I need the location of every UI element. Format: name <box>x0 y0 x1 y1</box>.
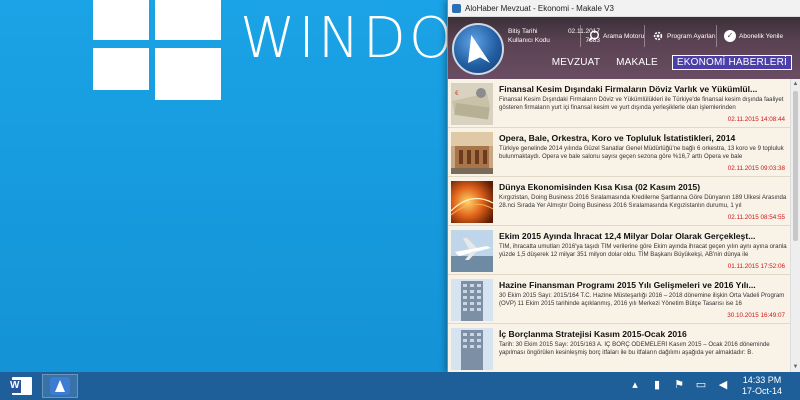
chevron-up-icon[interactable]: ▴ <box>628 378 642 392</box>
taskbar-word-button[interactable] <box>4 374 40 398</box>
monitor-icon[interactable]: ▭ <box>694 378 708 392</box>
abstract-thumbnail-icon <box>451 181 493 223</box>
renew-subscription-label: Abonelik Yenile <box>739 32 784 40</box>
tab-ekonomi-haberleri[interactable]: EKONOMİ HABERLERİ <box>671 55 792 70</box>
divider <box>716 25 717 47</box>
alohaber-icon <box>50 377 70 395</box>
svg-text:€: € <box>455 90 459 97</box>
window-title: AloHaber Mevzuat - Ekonomi - Makale V3 <box>465 3 614 13</box>
program-settings-button[interactable]: Program Ayarları <box>648 27 720 45</box>
windows-logo <box>93 0 221 104</box>
article-title: Dünya Ekonomisinden Kısa Kısa (02 Kasım … <box>499 182 701 192</box>
system-tray: ▴ ▮ ⚑ ▭ ◀ <box>628 378 730 392</box>
article-date: 30.10.2015 16:49:07 <box>727 312 785 319</box>
vertical-scrollbar[interactable]: ▲ ▼ <box>790 79 800 372</box>
scrollbar-thumb[interactable] <box>793 91 798 241</box>
divider <box>644 25 645 47</box>
article-date: 02.11.2015 08:54:55 <box>727 214 785 221</box>
program-settings-label: Program Ayarları <box>667 32 716 40</box>
tower-thumbnail-icon <box>451 279 493 321</box>
search-engine-button[interactable]: Arama Motoru <box>584 27 648 45</box>
article-title: Finansal Kesim Dışındaki Firmaların Dövi… <box>499 84 758 94</box>
divider <box>580 25 581 47</box>
clock-time: 14:33 PM <box>742 375 782 385</box>
article-title: İç Borçlanma Stratejisi Kasım 2015-Ocak … <box>499 329 687 339</box>
article-title: Hazine Finansman Programı 2015 Yılı Geli… <box>499 280 756 290</box>
money-thumbnail-icon: € <box>451 83 493 125</box>
taskbar: ▴ ▮ ⚑ ▭ ◀ 14:33 PM 17-Oct-14 <box>0 372 800 400</box>
flag-icon[interactable]: ⚑ <box>672 378 686 392</box>
alohaber-window: AloHaber Mevzuat - Ekonomi - Makale V3 B… <box>447 0 800 372</box>
scroll-up-icon[interactable]: ▲ <box>791 79 800 89</box>
article-description: Türkiye genelinde 2014 yılında Güzel San… <box>499 145 784 160</box>
search-icon <box>588 30 599 42</box>
list-item[interactable]: Dünya Ekonomisinden Kısa Kısa (02 Kasım … <box>448 177 791 226</box>
list-item[interactable]: € Finansal Kesim Dışındaki Firmaların Dö… <box>448 79 791 128</box>
search-engine-label: Arama Motoru <box>603 32 645 40</box>
list-item[interactable]: Opera, Bale, Orkestra, Koro ve Topluluk … <box>448 128 791 177</box>
end-date-label: Bitiş Tarihi <box>508 28 538 35</box>
article-description: 30 Ekim 2015 Sayı: 2015/164 T.C. Hazine … <box>499 292 785 307</box>
building-thumbnail-icon <box>451 132 493 174</box>
list-item[interactable]: Ekim 2015 Ayında İhracat 12,4 Milyar Dol… <box>448 226 791 275</box>
tab-mevzuat[interactable]: MEVZUAT <box>550 55 602 70</box>
list-item[interactable]: Hazine Finansman Programı 2015 Yılı Geli… <box>448 275 791 324</box>
gear-icon <box>653 31 663 41</box>
app-icon <box>452 3 461 13</box>
user-code-label: Kullanıcı Kodu <box>508 37 550 44</box>
clock[interactable]: 14:33 PM 17-Oct-14 <box>734 375 790 397</box>
article-title: Ekim 2015 Ayında İhracat 12,4 Milyar Dol… <box>499 231 756 241</box>
article-title: Opera, Bale, Orkestra, Koro ve Topluluk … <box>499 133 736 143</box>
list-item[interactable]: İç Borçlanma Stratejisi Kasım 2015-Ocak … <box>448 324 791 372</box>
article-list: € Finansal Kesim Dışındaki Firmaların Dö… <box>448 79 791 372</box>
plane-thumbnail-icon <box>451 230 493 272</box>
article-date: 02.11.2015 14:08:44 <box>727 116 785 123</box>
window-titlebar[interactable]: AloHaber Mevzuat - Ekonomi - Makale V3 <box>448 0 800 17</box>
tower-thumbnail-icon <box>451 328 493 370</box>
alohaber-logo-icon <box>452 23 504 75</box>
article-date: 01.11.2015 17:52:06 <box>727 263 785 270</box>
renew-subscription-button[interactable]: ✓ Abonelik Yenile <box>720 27 787 45</box>
scroll-down-icon[interactable]: ▼ <box>791 362 800 372</box>
volume-icon[interactable]: ◀ <box>716 378 730 392</box>
tab-makale[interactable]: MAKALE <box>614 55 660 70</box>
taskbar-alohaber-button[interactable] <box>42 374 78 398</box>
clock-date: 17-Oct-14 <box>741 386 783 396</box>
word-icon <box>9 377 32 395</box>
article-description: TİM, ihracatta umutları 2016'ya taşıdı T… <box>499 243 787 258</box>
article-description: Kırgızistan, Doing Business 2016 Sıralam… <box>499 194 787 209</box>
article-date: 02.11.2015 09:03:38 <box>727 165 785 172</box>
category-tabs: MEVZUAT MAKALE EKONOMİ HABERLERİ <box>550 55 792 70</box>
article-description: Finansal Kesim Dışındaki Firmaların Dövi… <box>499 96 784 111</box>
network-icon[interactable]: ▮ <box>650 378 664 392</box>
check-icon: ✓ <box>724 30 736 42</box>
app-header: Bitiş Tarihi 02.11.2017 Kullanıcı Kodu 768… <box>448 17 800 79</box>
article-description: Tarih: 30 Ekim 2015 Sayı: 2015/163 A. İÇ… <box>499 341 770 356</box>
